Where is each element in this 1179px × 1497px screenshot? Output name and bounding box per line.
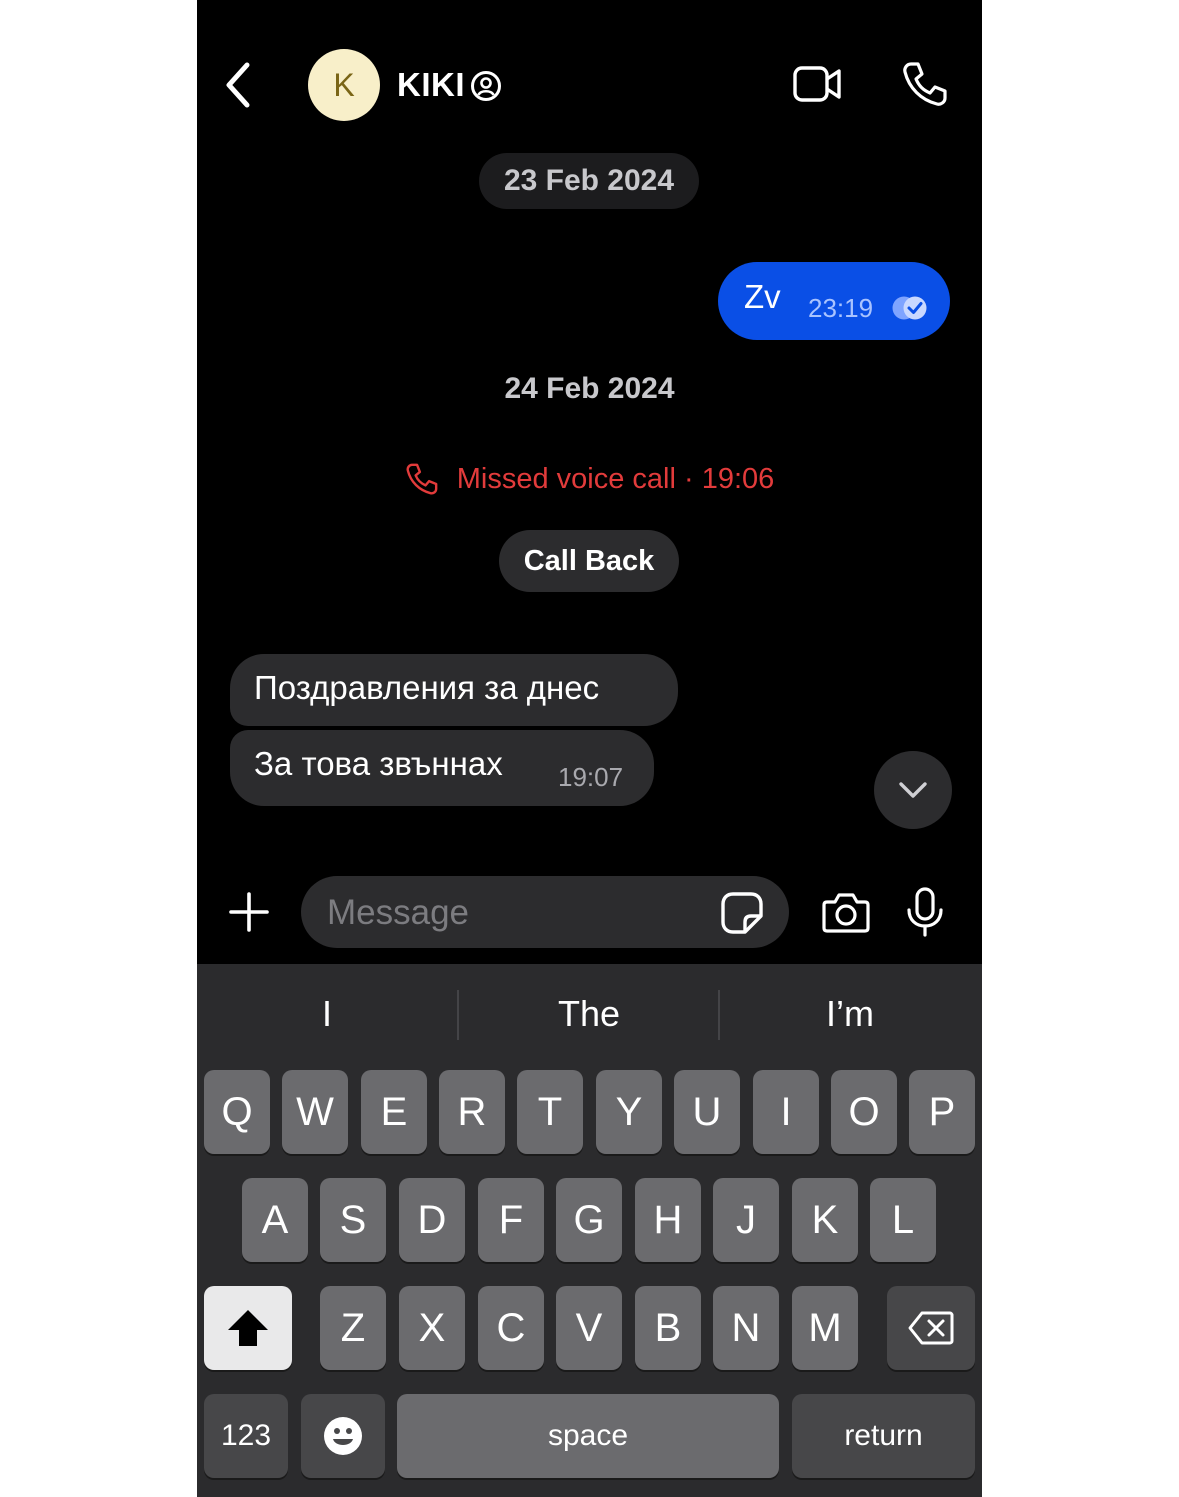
numbers-key[interactable]: 123 (204, 1394, 288, 1478)
suggestion-3[interactable]: I’m (720, 984, 980, 1044)
key-g[interactable]: G (556, 1178, 622, 1262)
chat-screen: K KIKI 23 Feb 2024 Zv 23:19 24 Feb 2024 (197, 0, 982, 1497)
date-separator: 23 Feb 2024 (479, 153, 699, 209)
attach-plus-button[interactable] (227, 890, 271, 934)
key-j[interactable]: J (713, 1178, 779, 1262)
incoming-message-bubble[interactable]: За това звъннах 19:07 (230, 730, 654, 806)
keyboard: I The I’m Q W E R T Y U I O P A S D F G … (197, 964, 982, 1497)
scroll-to-bottom-button[interactable] (874, 751, 952, 829)
key-u[interactable]: U (674, 1070, 740, 1154)
message-time: 19:07 (558, 762, 624, 792)
message-text: Поздравления за днес (254, 669, 600, 706)
shift-arrow-icon (228, 1310, 268, 1346)
key-q[interactable]: Q (204, 1070, 270, 1154)
space-key[interactable]: space (397, 1394, 779, 1478)
video-call-button[interactable] (793, 62, 843, 106)
avatar[interactable]: K (308, 49, 380, 121)
key-n[interactable]: N (713, 1286, 779, 1370)
key-e[interactable]: E (361, 1070, 427, 1154)
key-c[interactable]: C (478, 1286, 544, 1370)
delete-key[interactable] (887, 1286, 975, 1370)
key-i[interactable]: I (753, 1070, 819, 1154)
back-button[interactable] (215, 60, 261, 110)
emoji-key[interactable] (301, 1394, 385, 1478)
backspace-icon (908, 1311, 954, 1345)
read-receipt-icon (892, 296, 927, 320)
key-h[interactable]: H (635, 1178, 701, 1262)
suggestion-1[interactable]: I (197, 984, 457, 1044)
key-y[interactable]: Y (596, 1070, 662, 1154)
chevron-left-icon (226, 62, 250, 108)
key-t[interactable]: T (517, 1070, 583, 1154)
microphone-button[interactable] (905, 886, 945, 938)
key-p[interactable]: P (909, 1070, 975, 1154)
key-a[interactable]: A (242, 1178, 308, 1262)
call-back-button[interactable]: Call Back (499, 530, 679, 592)
message-input[interactable] (325, 886, 709, 940)
message-text: Zv (744, 278, 781, 315)
date-separator: 24 Feb 2024 (504, 372, 675, 405)
suggestion-2[interactable]: The (459, 984, 719, 1044)
avatar-initial: K (333, 66, 355, 103)
key-o[interactable]: O (831, 1070, 897, 1154)
contact-name[interactable]: KIKI (397, 66, 465, 104)
missed-call-notice: Missed voice call · 19:06 (197, 462, 982, 496)
key-w[interactable]: W (282, 1070, 348, 1154)
voice-call-button[interactable] (901, 60, 949, 108)
key-m[interactable]: M (792, 1286, 858, 1370)
key-d[interactable]: D (399, 1178, 465, 1262)
chevron-down-icon (899, 782, 927, 798)
key-s[interactable]: S (320, 1178, 386, 1262)
camera-button[interactable] (821, 888, 871, 936)
phone-icon (406, 463, 438, 495)
chat-header: K KIKI (197, 0, 982, 140)
outgoing-message-bubble[interactable]: Zv 23:19 (718, 262, 950, 340)
key-f[interactable]: F (478, 1178, 544, 1262)
sticker-button[interactable] (719, 890, 765, 936)
missed-call-text: Missed voice call · 19:06 (456, 462, 775, 495)
shift-key[interactable] (204, 1286, 292, 1370)
key-r[interactable]: R (439, 1070, 505, 1154)
message-field[interactable] (301, 876, 789, 948)
key-v[interactable]: V (556, 1286, 622, 1370)
emoji-icon (324, 1417, 362, 1455)
key-x[interactable]: X (399, 1286, 465, 1370)
message-text: За това звъннах (254, 745, 503, 782)
key-l[interactable]: L (870, 1178, 936, 1262)
key-k[interactable]: K (792, 1178, 858, 1262)
message-time: 23:19 (808, 293, 874, 323)
incoming-message-bubble[interactable]: Поздравления за днес (230, 654, 678, 726)
key-z[interactable]: Z (320, 1286, 386, 1370)
contact-profile-icon (471, 71, 501, 101)
return-key[interactable]: return (792, 1394, 975, 1478)
key-b[interactable]: B (635, 1286, 701, 1370)
